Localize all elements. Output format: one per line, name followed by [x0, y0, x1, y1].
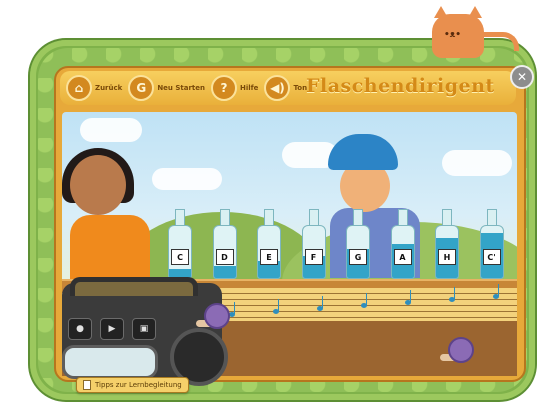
bottle-label: G [349, 249, 367, 265]
play-icon: ▶ [108, 324, 116, 334]
bottle-label: C' [482, 249, 501, 265]
speaker-icon: ◀) [264, 75, 291, 101]
bottle[interactable]: D [212, 209, 237, 279]
save-button[interactable]: ▣ [132, 318, 156, 340]
bottle[interactable]: A [390, 209, 415, 279]
girl-shirt [70, 215, 150, 285]
music-note [405, 300, 411, 305]
snail [196, 303, 230, 329]
cat-mascot: •ᴥ• [432, 6, 484, 58]
bottle[interactable]: C' [479, 209, 504, 279]
bottle[interactable]: G [346, 209, 370, 279]
bottle-label: H [438, 249, 456, 265]
cat-tail [482, 32, 519, 51]
music-note [493, 294, 499, 299]
record-icon: ● [76, 324, 84, 334]
close-button[interactable]: ✕ [510, 65, 534, 89]
bottle[interactable]: E [257, 209, 281, 279]
sound-button[interactable]: ◀) Ton [264, 75, 307, 101]
volume-gauge [62, 345, 158, 379]
snail [440, 337, 474, 363]
save-icon: ▣ [139, 324, 149, 334]
music-note [449, 297, 455, 302]
restart-button[interactable]: G Neu Starten [128, 75, 205, 101]
cloud [80, 118, 142, 142]
girl-character [70, 155, 126, 215]
play-button[interactable]: ▶ [100, 318, 124, 340]
bottle-label: E [260, 249, 278, 265]
document-icon [83, 380, 91, 390]
bottle-label: A [393, 249, 412, 265]
record-button[interactable]: ● [68, 318, 92, 340]
bottle-label: C [171, 249, 189, 265]
game-title: Flaschendirigent [306, 75, 495, 97]
music-note [361, 303, 367, 308]
cloud [152, 168, 222, 190]
back-button[interactable]: ⌂ Zurück [66, 75, 122, 101]
help-button[interactable]: ? Hilfe [210, 75, 258, 101]
music-note [317, 306, 323, 311]
bottle[interactable]: H [435, 209, 459, 279]
bottle-label: D [215, 249, 234, 265]
bottle-label: F [304, 249, 323, 265]
restart-icon: G [128, 75, 155, 101]
close-icon: ✕ [516, 70, 528, 84]
cloud [442, 150, 512, 176]
bottle[interactable]: C [168, 209, 192, 279]
music-note [273, 309, 279, 314]
bottle[interactable]: F [301, 209, 326, 279]
home-icon: ⌂ [66, 75, 92, 101]
tips-button[interactable]: Tipps zur Lernbegleitung [76, 377, 189, 393]
question-icon: ? [210, 75, 237, 101]
